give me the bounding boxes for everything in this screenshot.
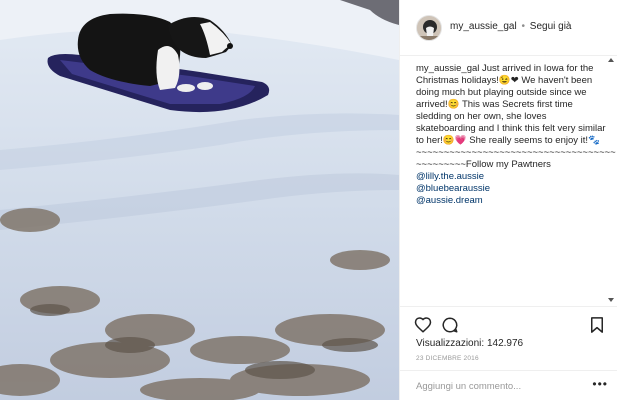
snow-sledding-dog-image <box>0 0 399 400</box>
more-options-icon[interactable]: ••• <box>592 377 608 391</box>
caption: my_aussie_gal Just arrived in Iowa for t… <box>416 63 616 207</box>
comment-input[interactable] <box>416 379 586 393</box>
username-link[interactable]: my_aussie_gal <box>450 21 517 32</box>
post-header: my_aussie_gal • Segui già <box>400 0 617 56</box>
mention-link[interactable]: @lilly.the.aussie <box>416 171 606 183</box>
caption-follow-line: ~~~~~~~~~Follow my Pawtners <box>416 159 551 170</box>
header-text: my_aussie_gal • Segui già <box>450 21 572 32</box>
caption-username[interactable]: my_aussie_gal <box>416 63 479 74</box>
avatar-image <box>417 16 441 40</box>
scroll-up-arrow[interactable] <box>608 58 614 62</box>
post-video[interactable] <box>0 0 399 400</box>
post-sidebar: my_aussie_gal • Segui già my_aussie_gal … <box>399 0 617 400</box>
view-count[interactable]: Visualizzazioni: 142.976 <box>416 338 523 349</box>
following-button[interactable]: Segui già <box>530 21 572 32</box>
post-date[interactable]: 23 DICEMBRE 2016 <box>416 355 479 362</box>
mention-link[interactable]: @aussie.dream <box>416 195 606 207</box>
comment-bar: ••• <box>400 370 617 400</box>
heart-icon[interactable] <box>414 316 432 334</box>
caption-text-block: my_aussie_gal Just arrived in Iowa for t… <box>416 63 606 147</box>
action-bar <box>400 306 617 340</box>
caption-divider: ~~~~~~~~~~~~~~~~~~~~~~~~~~~~~~~~~~~~ <box>416 147 616 158</box>
caption-text: Just arrived in Iowa for the Christmas h… <box>416 63 606 146</box>
avatar[interactable] <box>416 15 442 41</box>
separator-dot: • <box>521 21 526 32</box>
scroll-down-arrow[interactable] <box>608 298 614 302</box>
bookmark-icon[interactable] <box>588 316 606 334</box>
mention-link[interactable]: @bluebearaussie <box>416 183 606 195</box>
comment-icon[interactable] <box>441 316 459 334</box>
